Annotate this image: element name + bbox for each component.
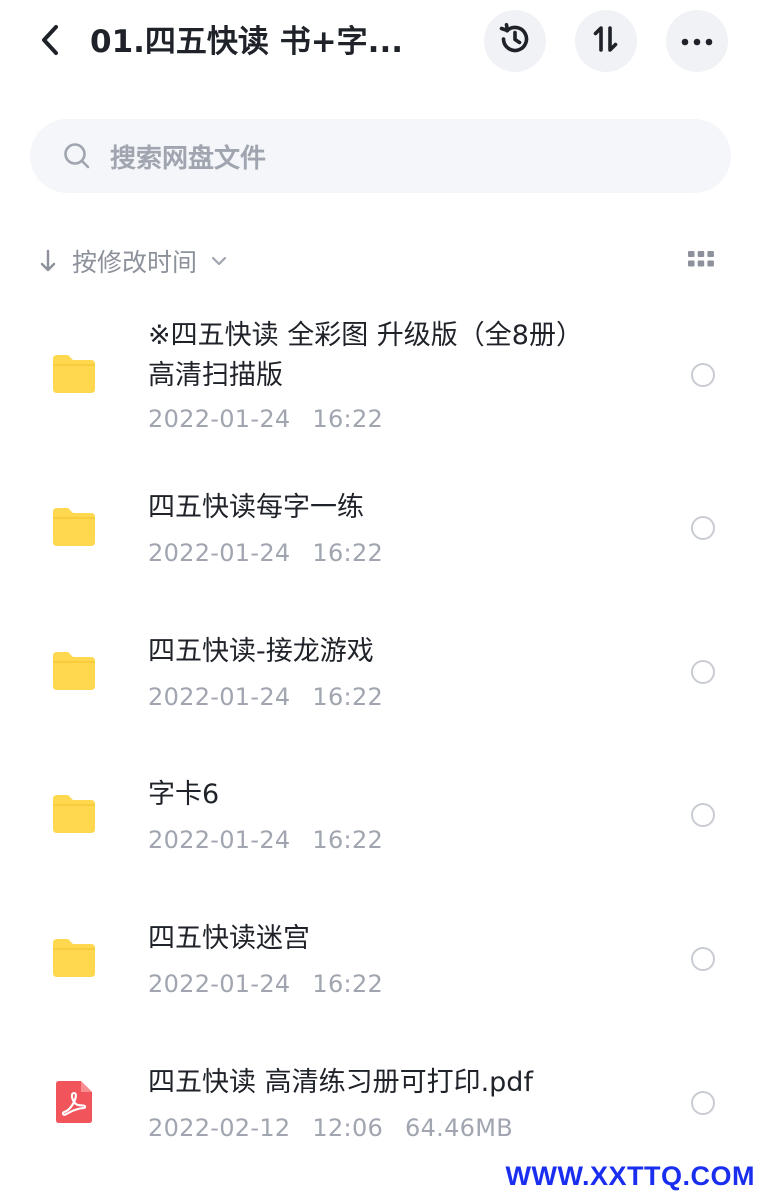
grid-view-button[interactable] [686,246,716,276]
top-bar: 01.四五快读 书+字... [0,0,761,84]
back-button[interactable] [30,22,70,62]
sort-order-button[interactable] [575,10,637,72]
file-meta: 2022-01-24 16:22 [148,683,383,711]
select-checkbox[interactable] [691,803,715,827]
file-list-item[interactable]: 四五快读每字一练 2022-01-24 16:22 [0,476,761,586]
sort-bar: 按修改时间 [36,238,726,284]
file-size: 64.46MB [405,1114,514,1142]
file-meta: 2022-01-24 16:22 [148,970,383,998]
file-date: 2022-01-24 [148,970,291,998]
folder-icon [50,352,98,396]
chevron-left-icon [37,23,63,61]
file-name: 四五快读 高清练习册可打印.pdf [148,1067,533,1098]
file-name: 字卡6 [148,779,220,810]
file-date: 2022-02-12 [148,1114,291,1142]
file-meta: 2022-01-24 16:22 [148,405,383,433]
search-icon [62,141,92,171]
file-name: ※四五快读 全彩图 升级版（全8册） 高清扫描版 [148,320,583,391]
history-icon [497,21,533,61]
more-horizontal-icon [680,32,714,51]
search-placeholder: 搜索网盘文件 [110,143,267,174]
more-button[interactable] [666,10,728,72]
folder-icon [50,792,98,836]
file-list-item[interactable]: ※四五快读 全彩图 升级版（全8册） 高清扫描版 2022-01-24 16:2… [0,300,761,450]
sort-swap-icon [589,22,623,60]
arrow-down-icon [36,246,60,276]
file-time: 16:22 [312,405,384,433]
file-list-item[interactable]: 四五快读迷宫 2022-01-24 16:22 [0,907,761,1017]
folder-icon [50,649,98,693]
file-name: 四五快读迷宫 [148,923,310,954]
file-time: 16:22 [312,970,384,998]
select-checkbox[interactable] [691,516,715,540]
file-date: 2022-01-24 [148,539,291,567]
file-meta: 2022-01-24 16:22 [148,826,383,854]
file-meta: 2022-02-12 12:06 64.46MB [148,1114,513,1142]
file-list-item[interactable]: 字卡6 2022-01-24 16:22 [0,763,761,873]
chevron-down-icon [209,251,229,271]
search-input[interactable]: 搜索网盘文件 [30,119,731,193]
grid-view-icon [687,249,715,273]
select-checkbox[interactable] [691,947,715,971]
file-name: 四五快读-接龙游戏 [148,636,374,667]
sort-label: 按修改时间 [72,248,198,277]
folder-icon [50,505,98,549]
file-list-item[interactable]: 四五快读-接龙游戏 2022-01-24 16:22 [0,620,761,730]
file-date: 2022-01-24 [148,826,291,854]
select-checkbox[interactable] [691,363,715,387]
file-list-item[interactable]: 四五快读 高清练习册可打印.pdf 2022-02-12 12:06 64.46… [0,1051,761,1161]
history-button[interactable] [484,10,546,72]
file-meta: 2022-01-24 16:22 [148,539,383,567]
pdf-file-icon [54,1079,94,1125]
select-checkbox[interactable] [691,1091,715,1115]
select-checkbox[interactable] [691,660,715,684]
sort-by-modified-time[interactable]: 按修改时间 [36,243,229,279]
file-time: 12:06 [312,1114,384,1142]
file-time: 16:22 [312,539,384,567]
file-name: 四五快读每字一练 [148,492,364,523]
folder-icon [50,936,98,980]
file-date: 2022-01-24 [148,405,291,433]
file-date: 2022-01-24 [148,683,291,711]
file-time: 16:22 [312,683,384,711]
page-title: 01.四五快读 书+字... [90,24,404,60]
file-time: 16:22 [312,826,384,854]
watermark-text: WWW.XXTTQ.COM [505,1161,755,1191]
